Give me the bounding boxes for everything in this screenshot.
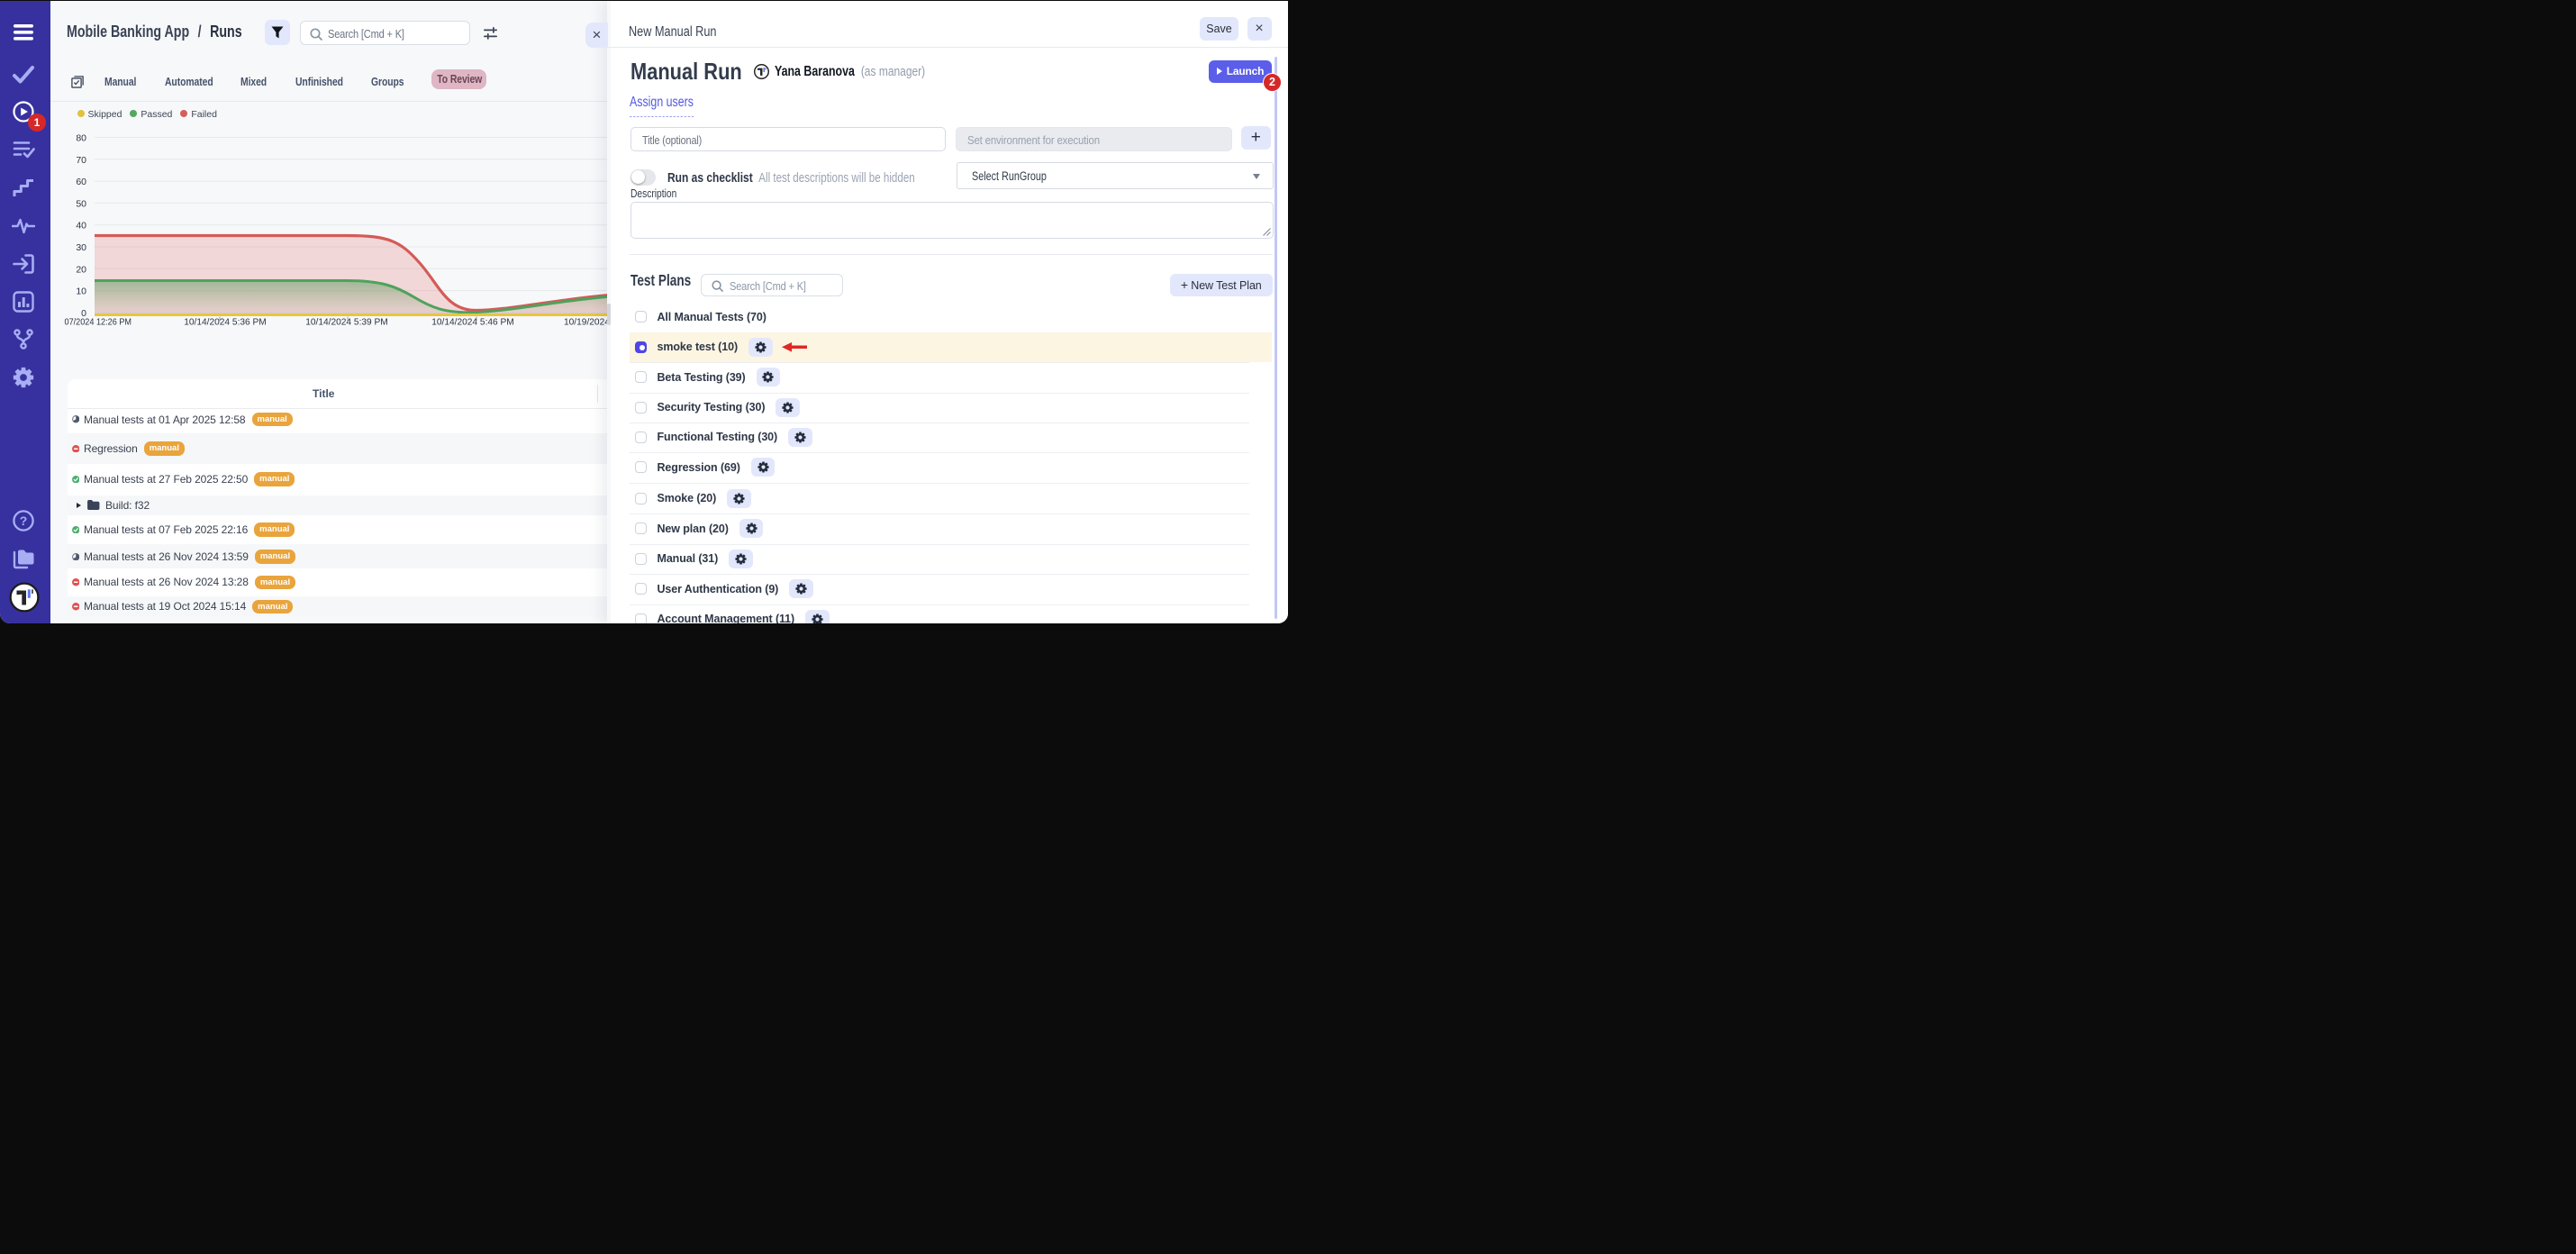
- svg-text:?: ?: [20, 513, 28, 528]
- svg-text:10/14/2024 5:36 PM: 10/14/2024 5:36 PM: [184, 318, 267, 328]
- svg-text:10: 10: [76, 286, 86, 297]
- svg-text:70: 70: [76, 155, 86, 166]
- svg-text:20: 20: [76, 264, 86, 275]
- svg-text:10/14/2024 5:39 PM: 10/14/2024 5:39 PM: [305, 318, 388, 328]
- svg-text:80: 80: [76, 133, 86, 144]
- svg-text:60: 60: [76, 177, 86, 187]
- svg-text:50: 50: [76, 198, 86, 209]
- svg-text:07/2024 12:26 PM: 07/2024 12:26 PM: [65, 318, 132, 328]
- svg-text:40: 40: [76, 221, 86, 232]
- svg-text:30: 30: [76, 242, 86, 253]
- svg-text:10/14/2024 5:46 PM: 10/14/2024 5:46 PM: [431, 318, 514, 328]
